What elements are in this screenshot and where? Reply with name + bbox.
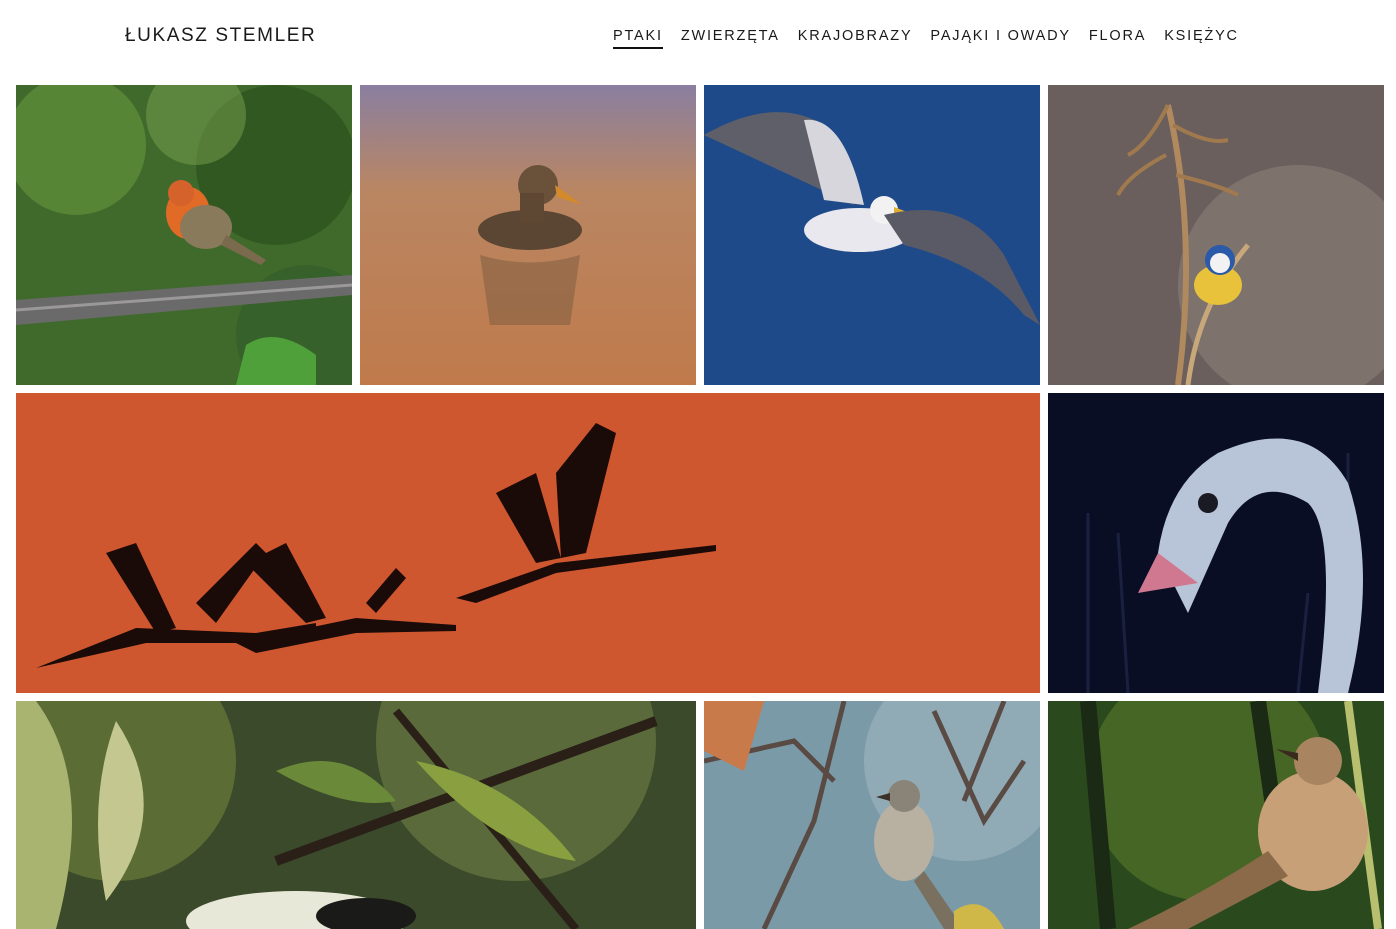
photo-whitethroat[interactable]	[704, 701, 1040, 929]
photo-gull[interactable]	[704, 85, 1040, 385]
photo-bluetit-image	[1048, 85, 1384, 385]
photo-reedwarbler-image	[1048, 701, 1384, 929]
nav-item-zwierzeta[interactable]: ZWIERZĘTA	[681, 27, 780, 49]
nav-item-krajobrazy[interactable]: KRAJOBRAZY	[798, 27, 913, 49]
photo-greattit[interactable]	[16, 701, 696, 929]
nav-item-ptaki[interactable]: PTAKI	[613, 27, 663, 49]
photo-duck-image	[360, 85, 696, 385]
photo-cranes-image	[16, 393, 1040, 693]
photo-swan[interactable]	[1048, 393, 1384, 693]
photo-whitethroat-image	[704, 701, 1040, 929]
nav-item-flora[interactable]: FLORA	[1089, 27, 1146, 49]
nav-item-ksiezyc[interactable]: KSIĘŻYC	[1164, 27, 1239, 49]
site-header: ŁUKASZ STEMLER PTAKI ZWIERZĘTA KRAJOBRAZ…	[0, 0, 1396, 85]
photo-duck[interactable]	[360, 85, 696, 385]
photo-cranes[interactable]	[16, 393, 1040, 693]
photo-greattit-image	[16, 701, 696, 929]
photo-gull-image	[704, 85, 1040, 385]
photo-reedwarbler[interactable]	[1048, 701, 1384, 929]
main-nav: PTAKI ZWIERZĘTA KRAJOBRAZY PAJĄKI I OWAD…	[613, 27, 1257, 49]
nav-item-pajaki-i-owady[interactable]: PAJĄKI I OWADY	[930, 27, 1070, 49]
photo-robin[interactable]	[16, 85, 352, 385]
site-title[interactable]: ŁUKASZ STEMLER	[125, 25, 316, 47]
photo-bluetit[interactable]	[1048, 85, 1384, 385]
photo-swan-image	[1048, 393, 1384, 693]
photo-robin-image	[16, 85, 352, 385]
